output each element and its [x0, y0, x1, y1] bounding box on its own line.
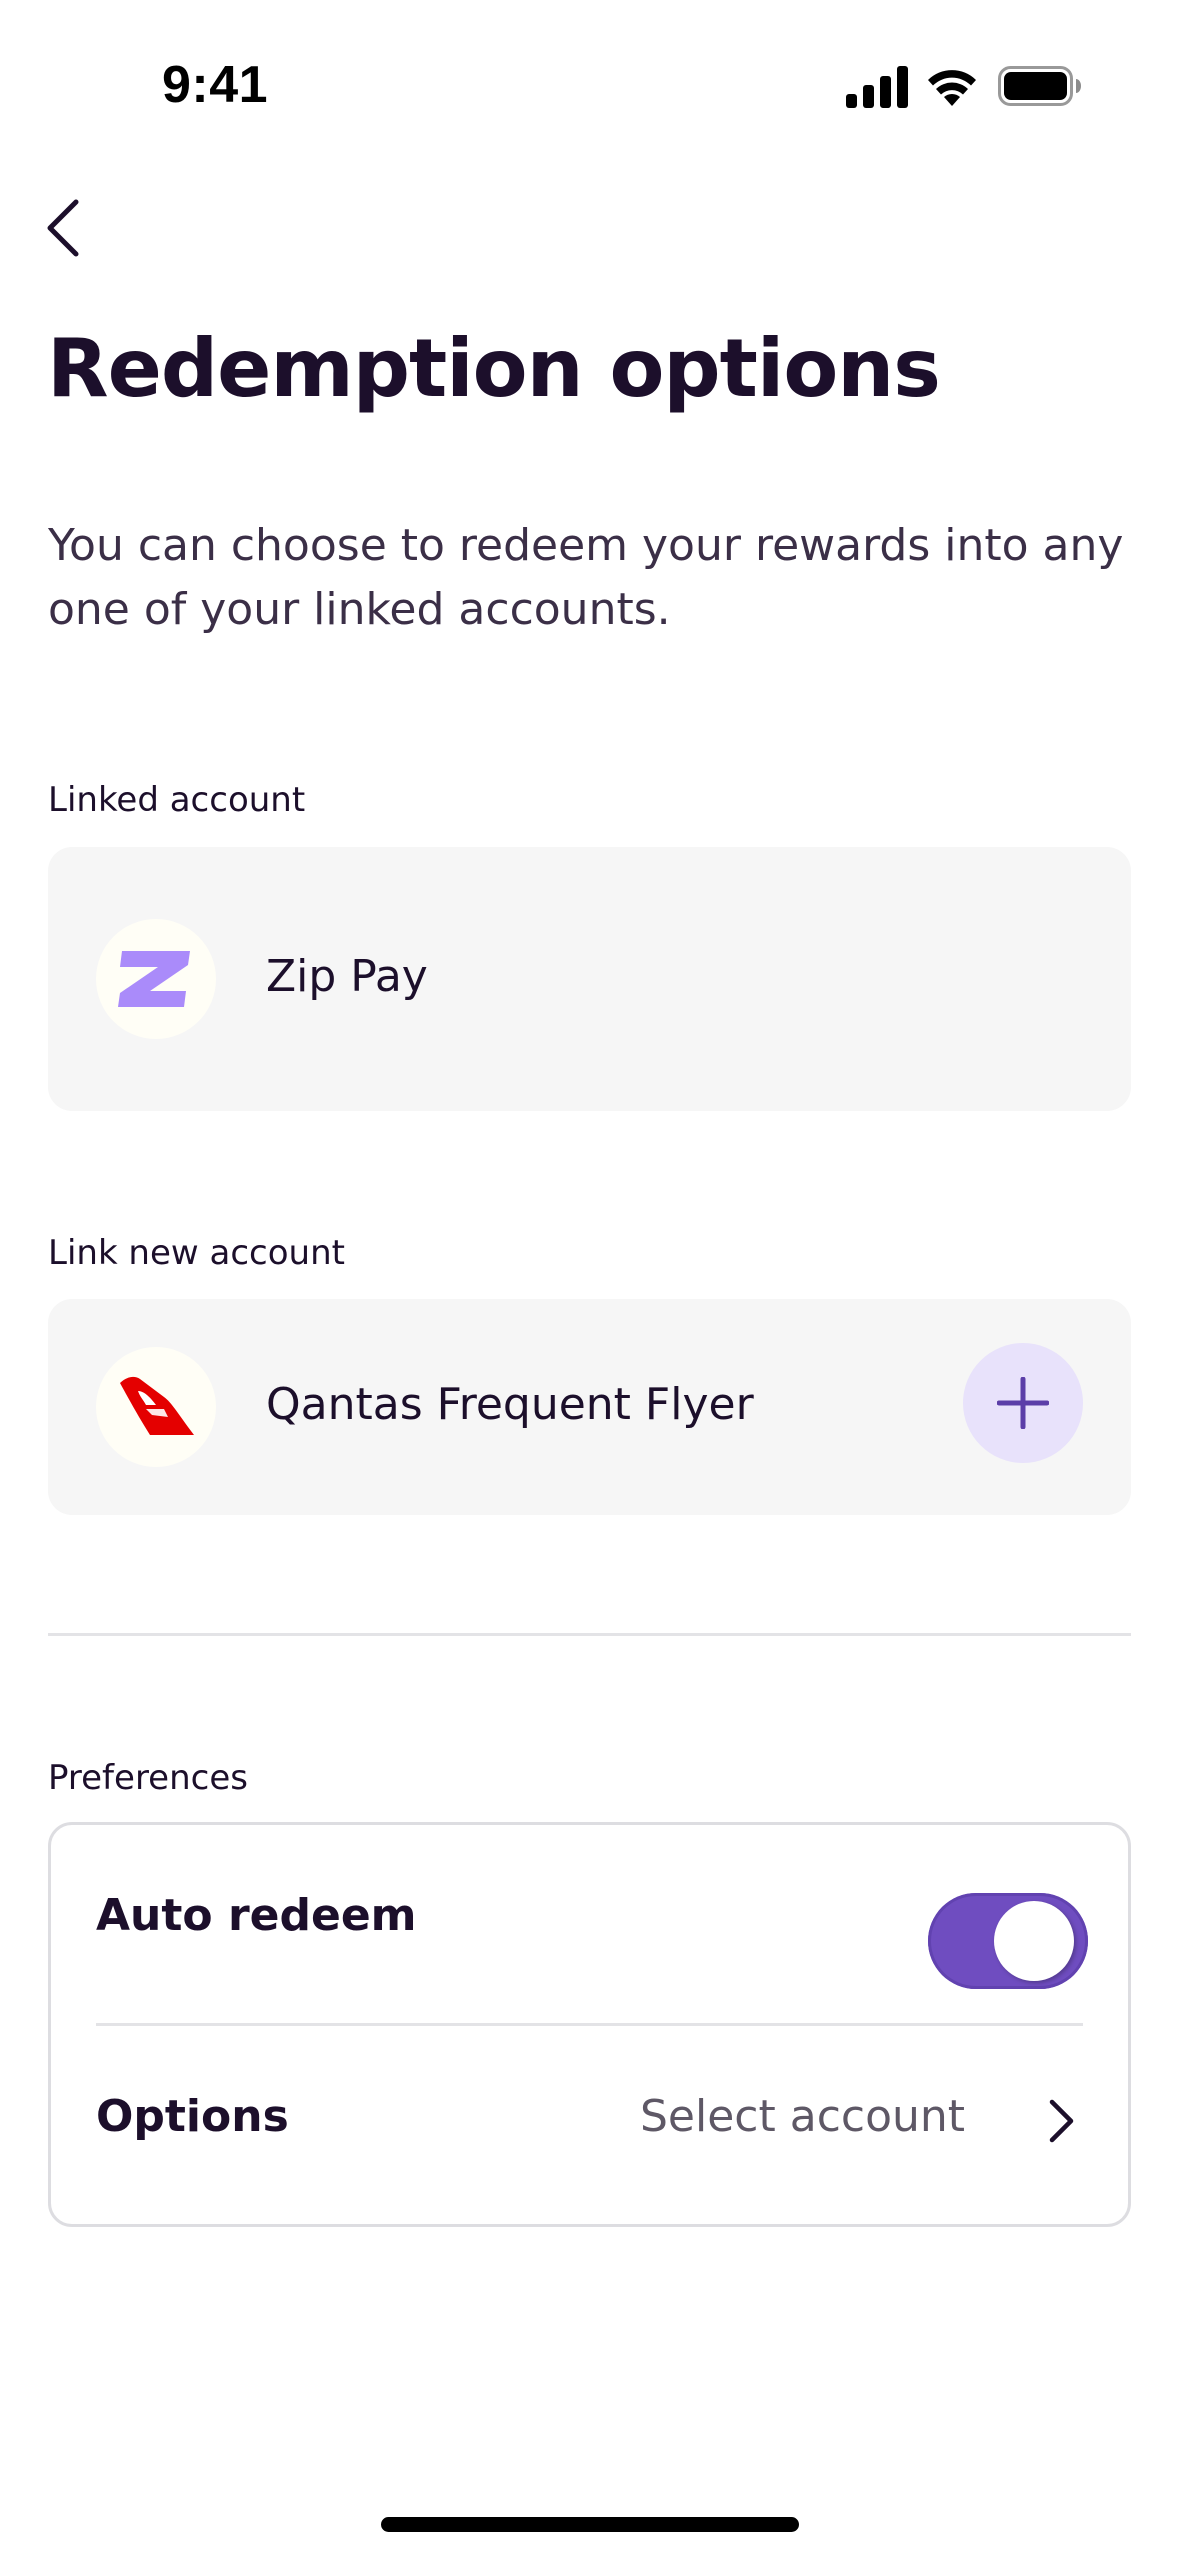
zip-avatar [96, 919, 216, 1039]
preferences-label: Preferences [48, 1758, 248, 1798]
page-title: Redemption options [47, 322, 941, 415]
qantas-name: Qantas Frequent Flyer [266, 1379, 754, 1430]
row-divider [96, 2023, 1083, 2026]
home-indicator[interactable] [381, 2517, 799, 2532]
linked-account-card[interactable]: Zip Pay [48, 847, 1131, 1111]
plus-icon [997, 1377, 1049, 1429]
auto-redeem-toggle[interactable] [928, 1893, 1088, 1989]
status-time: 9:41 [162, 56, 269, 114]
wifi-icon [928, 70, 976, 106]
intro-text: You can choose to redeem your rewards in… [48, 520, 1124, 635]
add-account-button[interactable] [963, 1343, 1083, 1463]
cellular-signal-icon [846, 66, 908, 108]
zip-pay-name: Zip Pay [266, 951, 428, 1002]
zip-logo-icon [118, 951, 190, 1007]
options-label: Options [96, 2091, 289, 2142]
linked-account-label: Linked account [48, 780, 306, 820]
chevron-right-icon[interactable] [1046, 2098, 1076, 2144]
section-divider [48, 1633, 1131, 1636]
auto-redeem-label: Auto redeem [96, 1890, 417, 1941]
link-new-account-label: Link new account [48, 1233, 345, 1273]
toggle-knob [994, 1901, 1074, 1981]
battery-icon [998, 66, 1081, 106]
qantas-avatar [96, 1347, 216, 1467]
chevron-left-icon[interactable] [40, 196, 90, 260]
options-value[interactable]: Select account [640, 2091, 965, 2142]
qantas-logo-icon [120, 1376, 194, 1435]
